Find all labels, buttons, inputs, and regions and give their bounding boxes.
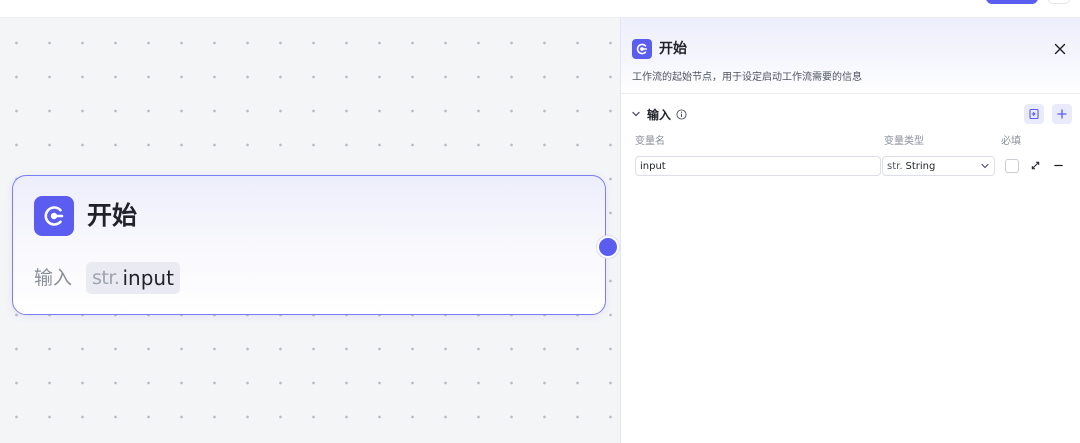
- node-config-panel: 开始 工作流的起始节点，用于设定启动工作流需要的信息 输入 变量名 变量类型 必…: [620, 18, 1080, 443]
- panel-description: 工作流的起始节点，用于设定启动工作流需要的信息: [632, 72, 862, 83]
- column-header-name: 变量名: [635, 136, 665, 147]
- panel-header: 开始 工作流的起始节点，用于设定启动工作流需要的信息: [621, 18, 1080, 94]
- import-icon: [1029, 108, 1039, 120]
- variable-name-input[interactable]: [635, 156, 881, 176]
- node-input-label: 输入: [34, 267, 73, 289]
- plus-icon: [1057, 109, 1067, 119]
- variable-name-label: input: [122, 266, 174, 290]
- type-name: String: [905, 160, 936, 172]
- node-title: 开始: [87, 201, 138, 230]
- chevron-down-icon[interactable]: [631, 109, 641, 119]
- expand-button[interactable]: [1027, 157, 1043, 173]
- close-button[interactable]: [1050, 39, 1070, 59]
- column-header-type: 变量类型: [884, 136, 924, 147]
- add-variable-button[interactable]: [1052, 104, 1072, 124]
- variable-type-select[interactable]: str. String: [882, 156, 995, 176]
- remove-variable-button[interactable]: [1050, 157, 1066, 173]
- start-node[interactable]: 开始 输入 str. input: [12, 175, 606, 315]
- minus-icon: [1053, 164, 1063, 166]
- start-flow-icon: [34, 196, 74, 236]
- section-title: 输入: [647, 107, 672, 122]
- start-flow-icon: [632, 39, 652, 59]
- variable-type-label: str.: [92, 267, 120, 289]
- publish-button[interactable]: [986, 0, 1038, 4]
- column-header-required: 必填: [1001, 136, 1021, 147]
- chevron-down-icon: [981, 163, 989, 169]
- node-output-port[interactable]: [597, 236, 619, 258]
- close-icon: [1054, 43, 1066, 55]
- required-checkbox[interactable]: [1005, 159, 1019, 173]
- import-variables-button[interactable]: [1024, 104, 1044, 124]
- input-section-header[interactable]: 输入: [631, 104, 687, 124]
- type-prefix: str.: [887, 160, 903, 172]
- expand-icon: [1031, 161, 1039, 169]
- info-icon[interactable]: [676, 108, 687, 120]
- node-variable-chip: str. input: [86, 262, 180, 294]
- panel-title: 开始: [659, 41, 687, 57]
- more-button[interactable]: [1048, 0, 1070, 4]
- top-toolbar: [0, 0, 1080, 18]
